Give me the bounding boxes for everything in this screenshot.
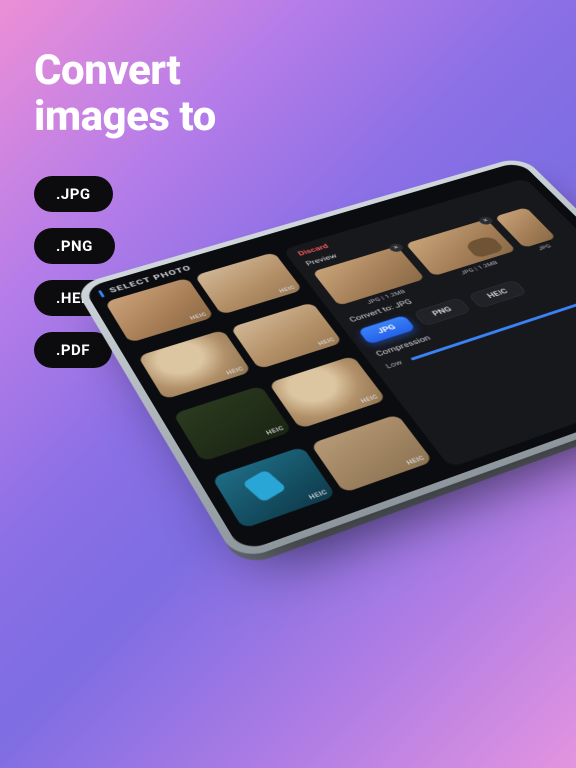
thumb-format-badge: HEIC (226, 366, 246, 376)
tablet-screen: SELECT PHOTO HEIC HEIC HEIC HEIC HEIC HE… (83, 161, 576, 552)
format-chip-pdf: .PDF (34, 332, 112, 368)
convert-to-value: JPG (393, 298, 414, 309)
thumb-format-badge: HEIC (308, 489, 330, 501)
photo-thumb[interactable]: HEIC (230, 302, 343, 370)
promo-background: Convert images to .JPG .PNG .HEIC .PDF S… (0, 0, 576, 768)
headline-line-1: Convert (34, 48, 216, 94)
tablet-stage: SELECT PHOTO HEIC HEIC HEIC HEIC HEIC HE… (130, 120, 576, 760)
close-icon[interactable]: × (477, 215, 495, 225)
thumb-format-badge: HEIC (189, 312, 208, 321)
photo-thumb[interactable]: HEIC (173, 385, 292, 461)
photo-thumb[interactable]: HEIC (268, 356, 386, 429)
tablet-device: SELECT PHOTO HEIC HEIC HEIC HEIC HEIC HE… (73, 156, 576, 562)
photo-thumb[interactable]: HEIC (310, 414, 433, 494)
title-accent-icon (98, 290, 105, 297)
format-chip-jpg: .JPG (34, 176, 113, 212)
thumb-format-badge: HEIC (406, 455, 427, 467)
photo-thumb[interactable]: HEIC (211, 446, 336, 529)
photo-thumb[interactable]: HEIC (138, 329, 252, 399)
thumb-format-badge: HEIC (278, 285, 297, 294)
thumb-format-badge: HEIC (360, 394, 380, 405)
format-chip-png: .PNG (34, 228, 115, 264)
thumb-format-badge: HEIC (265, 425, 286, 436)
close-icon[interactable]: × (387, 242, 405, 253)
thumb-format-badge: HEIC (317, 337, 336, 347)
